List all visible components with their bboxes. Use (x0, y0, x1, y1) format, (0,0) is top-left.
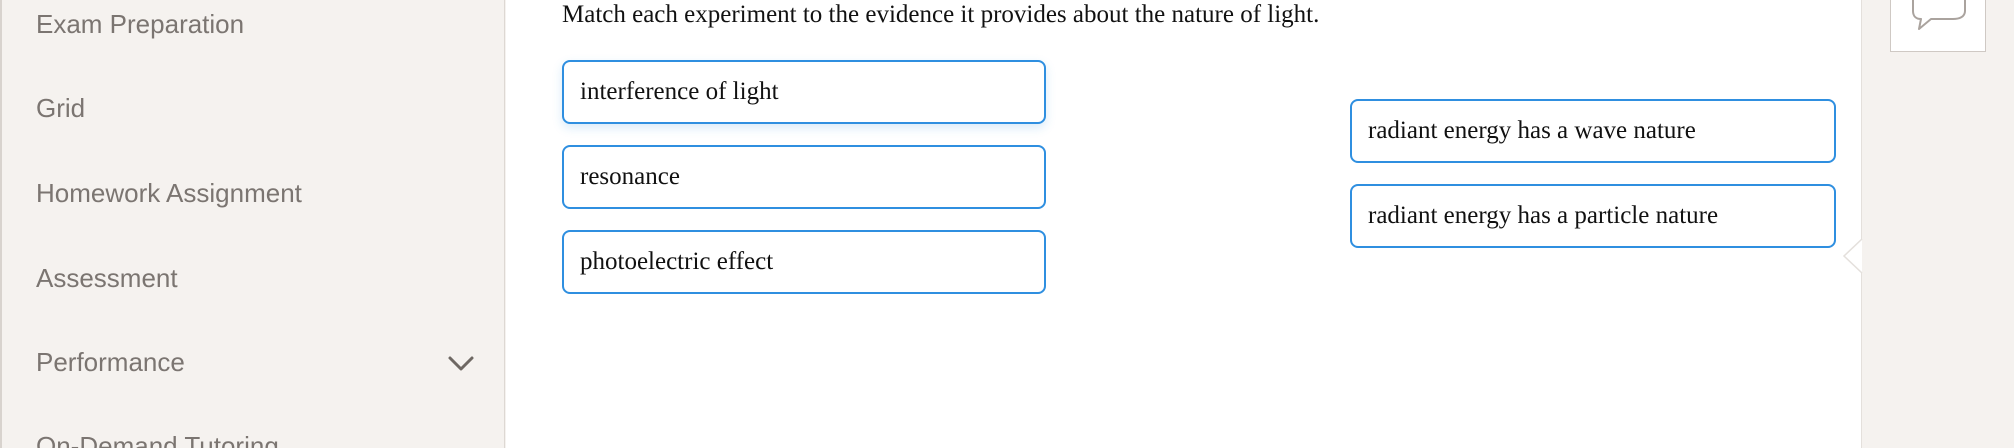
chat-button[interactable] (1890, 0, 1986, 52)
sidebar-item-grid[interactable]: Grid (36, 88, 85, 128)
sidebar-item-on-demand-tutoring[interactable]: On-Demand Tutoring (36, 426, 279, 448)
sidebar-item-homework-assignment[interactable]: Homework Assignment (36, 173, 302, 213)
sidebar: Exam Preparation Grid Homework Assignmen… (0, 0, 505, 448)
right-rail (1862, 0, 2014, 448)
rail-pointer-notch (1842, 239, 1863, 273)
sidebar-item-performance[interactable]: Performance (36, 342, 185, 382)
sidebar-item-exam-preparation[interactable]: Exam Preparation (36, 4, 244, 44)
target-tile-particle-nature[interactable]: radiant energy has a particle nature (1350, 184, 1836, 248)
draggable-tile-interference-of-light[interactable]: interference of light (562, 60, 1046, 124)
draggable-tile-photoelectric-effect[interactable]: photoelectric effect (562, 230, 1046, 294)
speech-bubble-icon (1912, 0, 1966, 30)
question-instructions: Match each experiment to the evidence it… (562, 1, 1320, 28)
draggable-tile-resonance[interactable]: resonance (562, 145, 1046, 209)
app-root: Exam Preparation Grid Homework Assignmen… (0, 0, 2014, 448)
target-tile-wave-nature[interactable]: radiant energy has a wave nature (1350, 99, 1836, 163)
chevron-down-icon[interactable] (446, 351, 476, 375)
sidebar-item-assessment[interactable]: Assessment (36, 258, 178, 298)
question-panel: Match each experiment to the evidence it… (506, 0, 1862, 448)
